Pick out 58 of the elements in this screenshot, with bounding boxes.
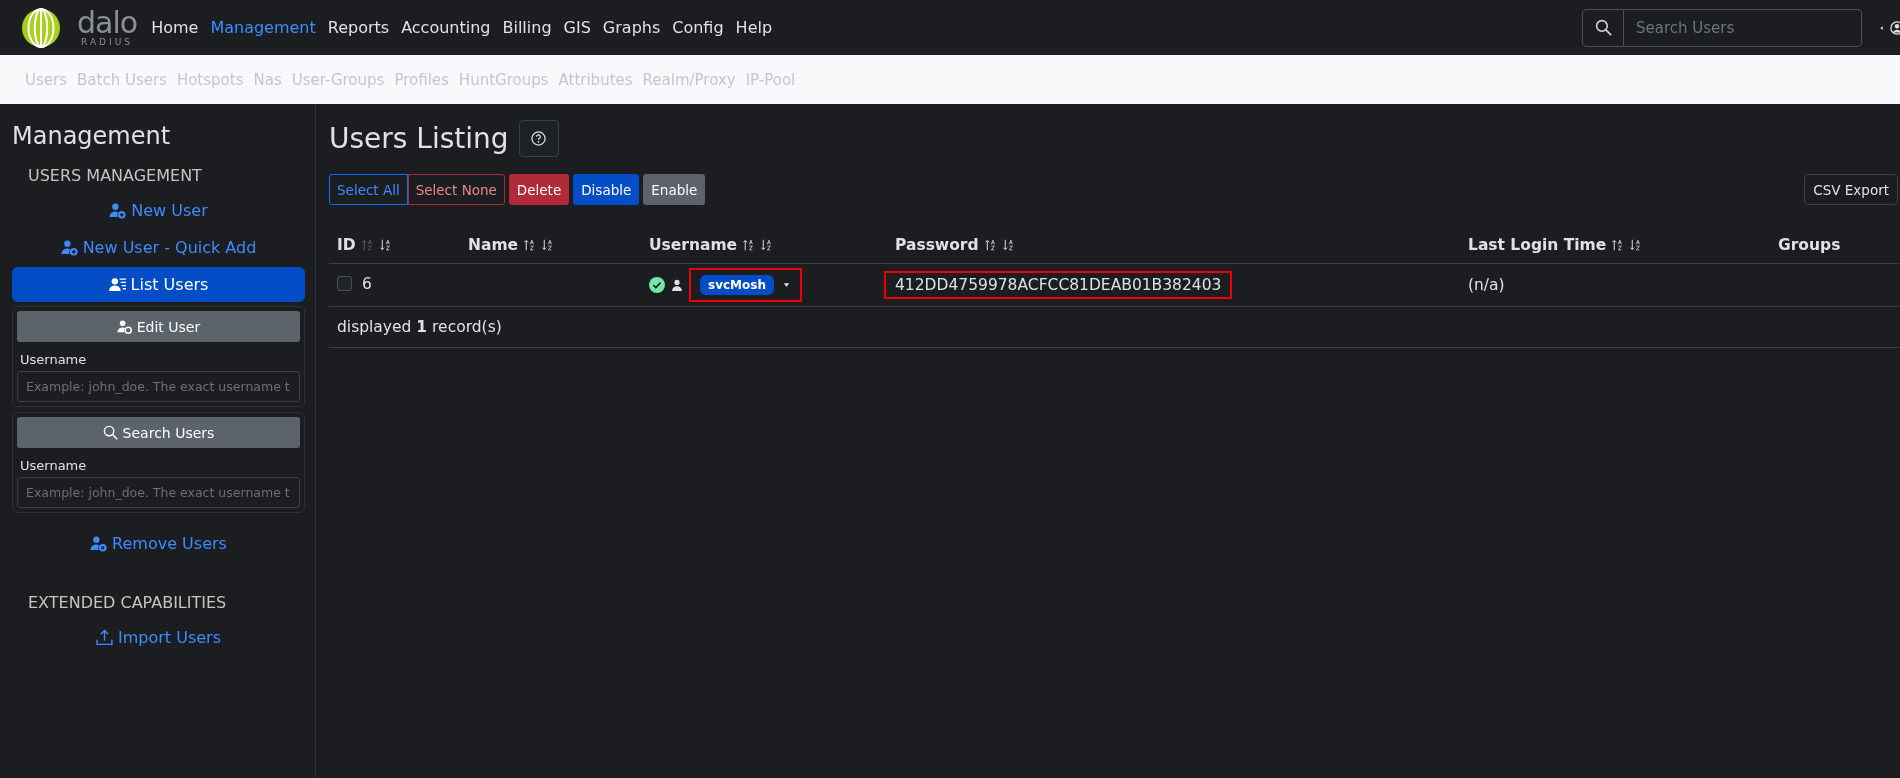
upload-icon <box>96 629 113 646</box>
column-header[interactable]: Groups <box>1778 236 1841 254</box>
record-count: displayed 1 record(s) <box>337 318 502 336</box>
person-icon <box>671 278 683 292</box>
user-plus-icon <box>60 239 78 256</box>
nav-link[interactable]: Accounting <box>395 10 497 45</box>
nav-link[interactable]: Help <box>729 10 779 45</box>
sidebar-link[interactable]: Remove Users <box>12 526 305 561</box>
logo-subtitle: RADIUS <box>81 38 134 47</box>
page-title: Users Listing <box>329 122 509 155</box>
section-heading: USERS MANAGEMENT <box>27 166 203 185</box>
question-circle-icon <box>531 131 547 146</box>
search-icon <box>1594 19 1612 36</box>
field-label: Username <box>20 458 88 473</box>
sidebar-button[interactable]: Edit User <box>17 311 300 342</box>
nav-link[interactable]: Billing <box>496 10 558 45</box>
action-button[interactable]: Disable <box>573 174 640 205</box>
sidebar-title: Management <box>12 122 172 150</box>
nav-link[interactable]: Management <box>204 10 322 45</box>
column-header[interactable]: Username <box>649 236 738 254</box>
field-label: Username <box>20 352 88 367</box>
sidebar-button[interactable]: Search Users <box>17 417 300 448</box>
nav-link[interactable]: GIS <box>557 10 597 45</box>
sidebar-link[interactable]: List Users <box>12 267 305 302</box>
id-cell: 6 <box>362 274 372 293</box>
sidebar-link[interactable]: New User <box>12 193 305 228</box>
password-cell: 412DD4759978ACFCC81DEAB01B382403 <box>884 271 1233 299</box>
nav-link[interactable]: Reports <box>321 10 396 45</box>
user-gear-icon <box>116 319 132 334</box>
row-checkbox[interactable] <box>337 276 352 292</box>
username-field[interactable]: Example: john_doe. The exact username t <box>17 477 300 508</box>
search-field[interactable]: Search Users <box>1624 8 1862 47</box>
csv-export-button[interactable]: CSV Export <box>1804 174 1898 205</box>
column-header[interactable]: ID <box>337 236 356 254</box>
username-field[interactable]: Example: john_doe. The exact username t <box>17 371 300 402</box>
action-button[interactable]: Select None <box>407 174 505 205</box>
action-button[interactable]: Delete <box>508 174 570 205</box>
sidebar-link[interactable]: New User - Quick Add <box>12 230 305 265</box>
search-button[interactable] <box>1582 8 1624 47</box>
caret-down-icon <box>781 282 791 288</box>
sidebar-link[interactable]: Import Users <box>12 620 305 655</box>
column-header[interactable]: Last Login Time <box>1468 236 1607 254</box>
nav-link[interactable]: Config <box>666 10 730 45</box>
logo-wordmark: dalo <box>77 8 138 38</box>
nav-link[interactable]: Home <box>145 10 205 45</box>
column-header[interactable]: Name <box>468 236 519 254</box>
user-list-icon <box>108 276 126 293</box>
search-icon <box>102 425 118 440</box>
username-badge[interactable]: svcMosh <box>700 275 774 295</box>
section-heading: EXTENDED CAPABILITIES <box>27 593 228 612</box>
column-header[interactable]: Password <box>895 236 979 254</box>
action-button[interactable]: Select All <box>329 174 408 205</box>
nav-link[interactable]: Graphs <box>596 10 667 45</box>
user-remove-icon <box>90 535 108 552</box>
action-button[interactable]: Enable <box>643 174 706 205</box>
user-plus-icon <box>109 202 127 219</box>
last-login-cell: (n/a) <box>1468 276 1505 294</box>
help-button[interactable] <box>518 120 559 157</box>
